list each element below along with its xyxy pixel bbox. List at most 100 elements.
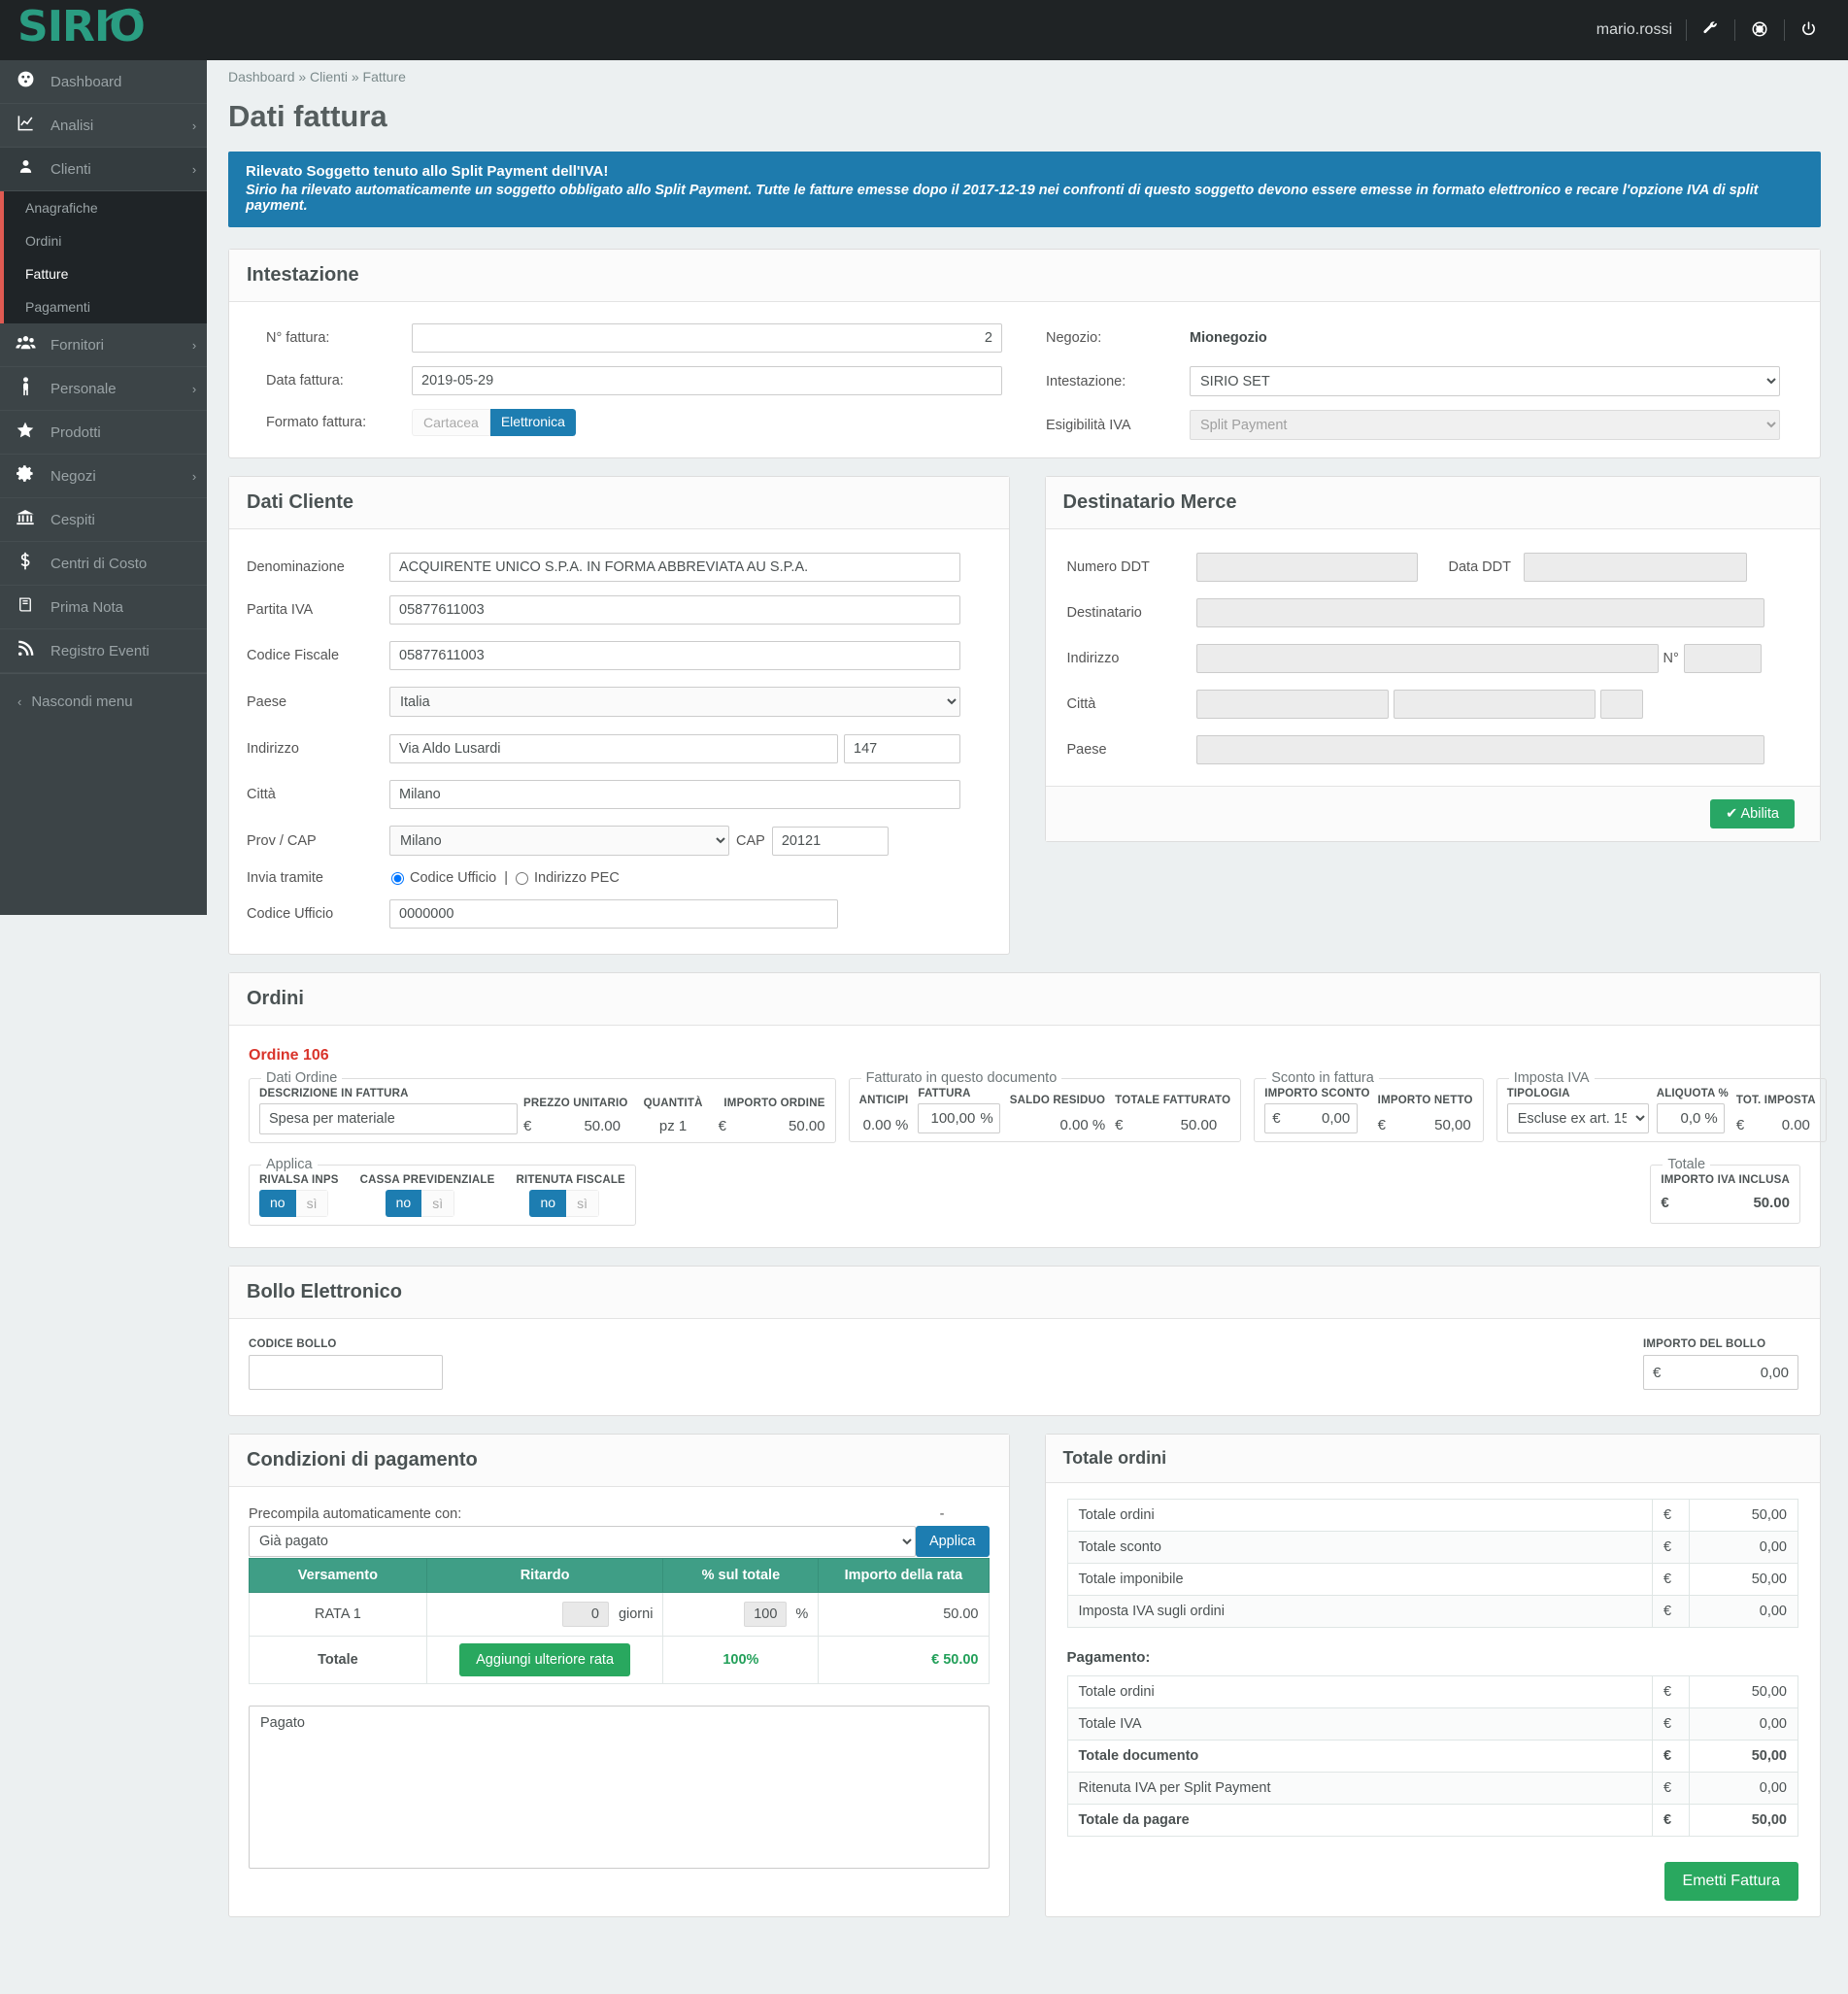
tipologia-iva-select[interactable]: Escluse ex art. 15	[1507, 1103, 1649, 1133]
destinatario-citta-row: Città	[1067, 690, 1796, 719]
sidebar-item-prodotti[interactable]: Prodotti	[0, 411, 207, 455]
codice-bollo-input[interactable]	[249, 1355, 443, 1390]
sidebar-item-negozi[interactable]: Negozi ›	[0, 455, 207, 498]
paese-select[interactable]: Italia	[389, 687, 960, 717]
wrench-icon[interactable]	[1687, 20, 1734, 40]
power-icon[interactable]	[1785, 20, 1832, 40]
hide-menu-button[interactable]: ‹ Nascondi menu	[0, 673, 207, 729]
sidebar-subitem-fatture[interactable]: Fatture	[4, 257, 207, 290]
applica-button[interactable]: Applica	[916, 1526, 990, 1557]
destinatario-civico-input[interactable]	[1684, 644, 1762, 673]
destinatario-cap-input[interactable]	[1600, 690, 1643, 719]
codice-bollo-group: Codice bollo	[249, 1338, 443, 1390]
cassa-previdenziale-toggle[interactable]: no sì	[386, 1190, 454, 1217]
radio-codice-ufficio[interactable]	[391, 872, 404, 885]
citta-input[interactable]	[389, 780, 960, 809]
formato-cartacea-option[interactable]: Cartacea	[412, 409, 490, 436]
destinatario-label: Destinatario	[1067, 605, 1196, 621]
importo-sconto-value[interactable]: 0,00	[1322, 1110, 1350, 1127]
ritenuta-fiscale-toggle[interactable]: no sì	[529, 1190, 598, 1217]
breadcrumb: Dashboard » Clienti » Fatture	[207, 60, 1848, 93]
table-row: Totale ordini€50,00	[1067, 1676, 1798, 1708]
fattura-pct-value[interactable]: 100,00	[924, 1110, 975, 1127]
cassa-no-option[interactable]: no	[386, 1190, 422, 1217]
codice-fiscale-row: Codice Fiscale	[247, 641, 990, 670]
destinatario-provincia-input[interactable]	[1394, 690, 1596, 719]
numero-fattura-input[interactable]	[412, 323, 1002, 353]
aliquota-value[interactable]: 0,0	[1680, 1110, 1700, 1127]
esigibilita-select[interactable]: Split Payment	[1190, 410, 1780, 440]
sidebar-item-clienti[interactable]: Clienti ›	[0, 148, 207, 191]
ritenuta-si-option[interactable]: sì	[566, 1190, 599, 1217]
data-fattura-input[interactable]	[412, 366, 1002, 395]
abilita-button[interactable]: ✔ Abilita	[1710, 799, 1795, 828]
sidebar-item-label: Personale	[50, 381, 182, 397]
star-icon	[0, 421, 50, 444]
row-currency: €	[1653, 1741, 1690, 1773]
rivalsa-inps-toggle[interactable]: no sì	[259, 1190, 328, 1217]
col-prezzo-header: Prezzo unitario	[523, 1098, 628, 1109]
intestazione-select[interactable]: SIRIO SET	[1190, 366, 1780, 396]
sidebar-item-analisi[interactable]: Analisi ›	[0, 104, 207, 148]
percentuale-input[interactable]: 100	[744, 1602, 787, 1627]
sidebar-item-cespiti[interactable]: Cespiti	[0, 498, 207, 542]
destinatario-indirizzo-input[interactable]	[1196, 644, 1659, 673]
provincia-select[interactable]: Milano	[389, 826, 729, 856]
lifebuoy-icon[interactable]	[1735, 20, 1784, 41]
ritardo-input[interactable]: 0	[562, 1602, 609, 1627]
sidebar-item-prima-nota[interactable]: Prima Nota	[0, 586, 207, 629]
sidebar-item-fornitori[interactable]: Fornitori ›	[0, 323, 207, 367]
destinatario-citta-input[interactable]	[1196, 690, 1389, 719]
denominazione-input[interactable]	[389, 553, 960, 582]
rivalsa-si-option[interactable]: sì	[296, 1190, 329, 1217]
indirizzo-input[interactable]	[389, 734, 838, 763]
importo-bollo-value[interactable]: 0,00	[1761, 1365, 1789, 1381]
aggiungi-rata-button[interactable]: Aggiungi ulteriore rata	[459, 1643, 630, 1676]
note-pagamento-textarea[interactable]: Pagato	[249, 1706, 990, 1869]
col-importo-header: Importo ordine	[719, 1098, 825, 1109]
sidebar-submenu-clienti: Anagrafiche Ordini Fatture Pagamenti	[0, 191, 207, 323]
sidebar-item-dashboard[interactable]: Dashboard	[0, 60, 207, 104]
current-user-label: mario.rossi	[1583, 21, 1686, 39]
cell-totale-percentuale: 100%	[663, 1637, 819, 1684]
row-currency: €	[1653, 1596, 1690, 1628]
numero-ddt-label: Numero DDT	[1067, 559, 1196, 575]
ritenuta-no-option[interactable]: no	[529, 1190, 566, 1217]
destinatario-paese-input[interactable]	[1196, 735, 1764, 764]
cap-input[interactable]	[772, 827, 889, 856]
formato-fattura-label: Formato fattura:	[266, 415, 412, 430]
data-ddt-input[interactable]	[1524, 553, 1747, 582]
emetti-fattura-button[interactable]: Emetti Fattura	[1664, 1862, 1798, 1901]
formato-fattura-toggle[interactable]: Cartacea Elettronica	[412, 409, 576, 436]
citta-label: Città	[247, 787, 389, 802]
indirizzo-label: Indirizzo	[247, 741, 389, 757]
col-cassa-previdenziale-header: Cassa previdenziale	[360, 1174, 495, 1186]
civico-input[interactable]	[844, 734, 960, 763]
col-importo-netto-header: Importo netto	[1378, 1095, 1473, 1106]
sidebar-item-label: Centri di Costo	[50, 556, 182, 572]
sidebar-subitem-anagrafiche[interactable]: Anagrafiche	[4, 191, 207, 224]
sidebar-item-label: Clienti	[50, 161, 182, 178]
fatturato-legend: Fatturato in questo documento	[861, 1070, 1062, 1086]
codice-ufficio-input[interactable]	[389, 899, 838, 929]
negozio-row: Negozio: Mionegozio	[1046, 323, 1800, 353]
destinatario-input[interactable]	[1196, 598, 1764, 627]
rivalsa-no-option[interactable]: no	[259, 1190, 296, 1217]
sidebar-item-personale[interactable]: Personale ›	[0, 367, 207, 411]
formato-elettronica-option[interactable]: Elettronica	[490, 409, 576, 436]
sidebar-subitem-ordini[interactable]: Ordini	[4, 224, 207, 257]
bank-icon	[0, 508, 50, 531]
partita-iva-input[interactable]	[389, 595, 960, 625]
precompila-select[interactable]: Già pagato	[249, 1526, 916, 1557]
numero-ddt-input[interactable]	[1196, 553, 1418, 582]
descrizione-fattura-input[interactable]	[259, 1103, 518, 1134]
sidebar-item-registro-eventi[interactable]: Registro Eventi	[0, 629, 207, 673]
bollo-elettronico-panel: Bollo Elettronico Codice bollo Importo d…	[228, 1266, 1821, 1416]
codice-fiscale-input[interactable]	[389, 641, 960, 670]
sidebar-item-label: Registro Eventi	[50, 643, 182, 659]
sidebar-item-centri-di-costo[interactable]: Centri di Costo	[0, 542, 207, 586]
sidebar-subitem-pagamenti[interactable]: Pagamenti	[4, 290, 207, 323]
radio-indirizzo-pec[interactable]	[516, 872, 528, 885]
cassa-si-option[interactable]: sì	[421, 1190, 454, 1217]
intestazione-title: Intestazione	[229, 250, 1820, 302]
